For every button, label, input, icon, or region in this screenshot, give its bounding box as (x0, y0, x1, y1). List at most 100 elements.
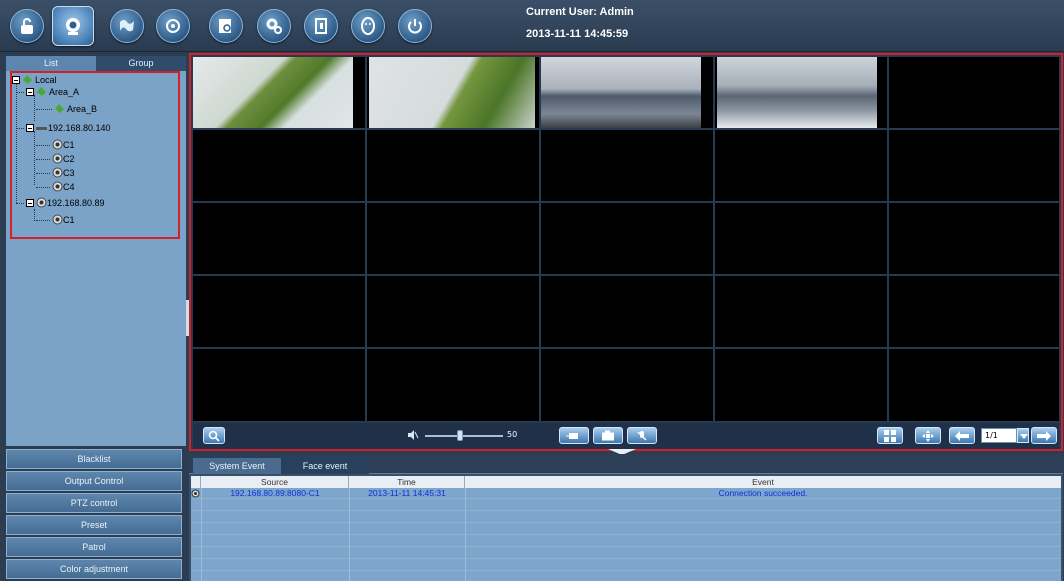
group-icon (55, 104, 64, 113)
world-map-icon[interactable] (110, 9, 144, 43)
column-event[interactable]: Event (465, 476, 1061, 488)
video-cell[interactable] (367, 349, 539, 421)
search-log-icon[interactable] (209, 9, 243, 43)
collapse-icon[interactable] (12, 76, 20, 84)
settings-icon[interactable] (257, 9, 291, 43)
collapse-icon[interactable] (26, 199, 34, 207)
video-cell[interactable] (367, 130, 539, 201)
video-wall: 50 1/1 (189, 53, 1063, 451)
video-cell[interactable] (193, 349, 365, 421)
video-cell[interactable] (367, 276, 539, 347)
fullscreen-button[interactable] (915, 427, 941, 444)
camera-channel-icon (52, 153, 63, 164)
video-cell[interactable] (889, 57, 1059, 128)
event-message: Connection succeeded. (718, 488, 808, 498)
event-panel: System Event Face event Source Time Even… (189, 454, 1063, 581)
video-cell[interactable] (715, 130, 887, 201)
datetime-label: 2013-11-11 14:45:59 (526, 28, 629, 40)
table-row (191, 512, 1061, 523)
video-cell[interactable] (889, 130, 1059, 201)
camera-icon[interactable] (52, 6, 94, 46)
volume-slider[interactable] (425, 435, 503, 437)
previous-page-button[interactable] (949, 427, 975, 444)
video-cell[interactable] (715, 349, 887, 421)
grid-layout-icon (884, 429, 896, 442)
volume-slider-handle[interactable] (457, 430, 463, 441)
event-table-header: Source Time Event (191, 476, 1061, 488)
face-icon[interactable] (351, 9, 385, 43)
tab-group[interactable]: Group (96, 56, 186, 71)
dvr-device-icon (36, 127, 47, 130)
table-row (191, 524, 1061, 535)
tab-list[interactable]: List (6, 56, 96, 71)
column-source[interactable]: Source (201, 476, 349, 488)
network-icon[interactable] (156, 9, 190, 43)
ip-camera-icon (36, 197, 47, 208)
talk-button[interactable] (627, 427, 657, 444)
table-row (191, 536, 1061, 547)
camera-channel-icon (52, 214, 63, 225)
video-cell[interactable] (715, 57, 887, 128)
output-control-button[interactable]: Output Control (6, 471, 182, 491)
video-cell[interactable] (193, 276, 365, 347)
preset-button[interactable]: Preset (6, 515, 182, 535)
layout-grid-button[interactable] (877, 427, 903, 444)
video-cell[interactable] (889, 276, 1059, 347)
video-cell[interactable] (541, 57, 713, 128)
record-button[interactable] (559, 427, 589, 444)
video-grid (193, 57, 1059, 421)
top-toolbar: Current User: Admin 2013-11-11 14:45:59 (0, 0, 1064, 52)
column-time[interactable]: Time (349, 476, 465, 488)
collapse-icon[interactable] (26, 124, 34, 132)
video-cell[interactable] (541, 203, 713, 274)
power-icon[interactable] (398, 9, 432, 43)
fullscreen-icon (922, 429, 934, 442)
video-cell[interactable] (541, 349, 713, 421)
snapshot-button[interactable] (593, 427, 623, 444)
lock-icon[interactable] (10, 9, 44, 43)
video-cell[interactable] (541, 276, 713, 347)
arrow-right-icon (1037, 430, 1051, 441)
video-cell[interactable] (541, 130, 713, 201)
tab-system-event[interactable]: System Event (193, 458, 281, 474)
camera-channel-icon (52, 181, 63, 192)
color-adjustment-button[interactable]: Color adjustment (6, 559, 182, 579)
mute-icon[interactable] (407, 429, 419, 441)
camera-channel-icon (191, 489, 200, 498)
video-cell[interactable] (889, 349, 1059, 421)
device-tree: Local Area_A Area_B 192.168.80.140 C1 C2… (10, 71, 180, 239)
event-source: 192.168.80.89:8080-C1 (230, 488, 320, 498)
event-time: 2013-11-11 14:45:31 (368, 488, 446, 498)
table-row (191, 548, 1061, 559)
video-cell[interactable] (193, 57, 365, 128)
tab-face-event[interactable]: Face event (281, 458, 369, 474)
page-select-dropdown[interactable] (1017, 428, 1029, 443)
table-row (191, 560, 1061, 571)
ptz-control-button[interactable]: PTZ control (6, 493, 182, 513)
video-cell[interactable] (193, 130, 365, 201)
video-cell[interactable] (715, 276, 887, 347)
video-cell[interactable] (367, 57, 539, 128)
current-user-label: Current User: Admin (526, 6, 634, 18)
chevron-down-icon (1020, 434, 1028, 439)
video-cell[interactable] (715, 203, 887, 274)
volume-value: 50 (507, 430, 518, 439)
logout-door-icon[interactable] (304, 9, 338, 43)
event-table: Source Time Event 192.168.80.89:8080-C1 … (191, 476, 1061, 581)
next-page-button[interactable] (1031, 427, 1057, 444)
table-row[interactable]: 192.168.80.89:8080-C1 2013-11-11 14:45:3… (191, 488, 1061, 499)
blacklist-button[interactable]: Blacklist (6, 449, 182, 469)
patrol-button[interactable]: Patrol (6, 537, 182, 557)
camera-channel-icon (52, 139, 63, 150)
collapse-icon[interactable] (26, 88, 34, 96)
arrow-left-icon (955, 430, 969, 441)
page-select[interactable]: 1/1 (981, 428, 1017, 443)
table-row (191, 500, 1061, 511)
record-video-icon (566, 432, 578, 439)
video-cell[interactable] (367, 203, 539, 274)
snapshot-camera-icon (602, 430, 614, 440)
group-icon (37, 87, 46, 96)
search-zoom-button[interactable] (203, 427, 225, 444)
video-cell[interactable] (193, 203, 365, 274)
video-cell[interactable] (889, 203, 1059, 274)
